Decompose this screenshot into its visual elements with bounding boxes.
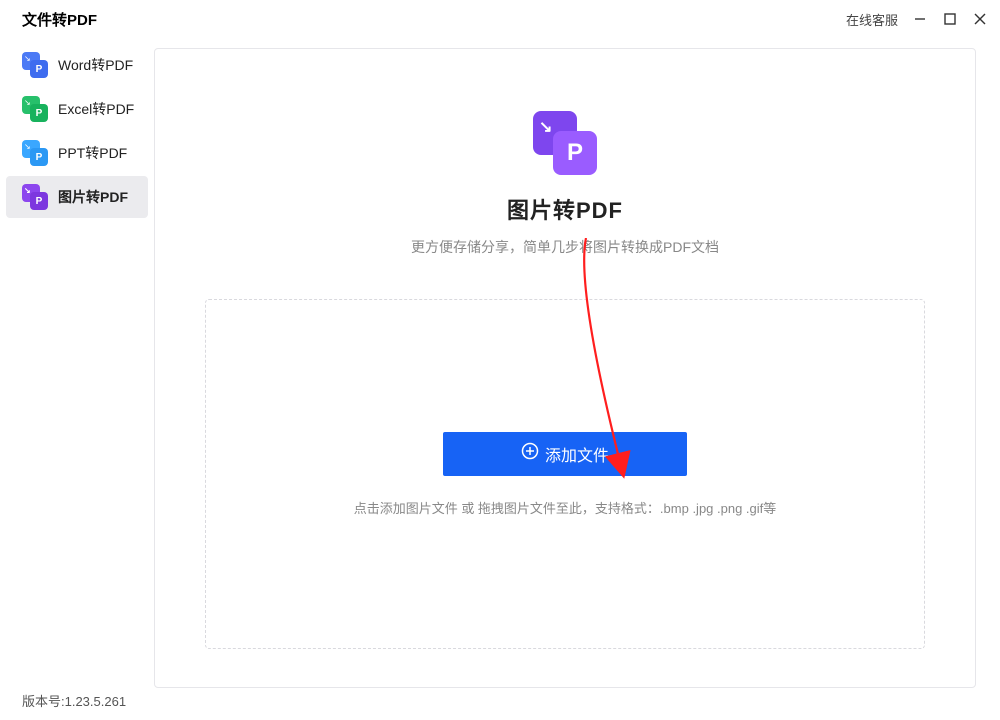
sidebar: ↘ P Word转PDF ↘ P Excel转PDF ↘ P PPT转PDF — [0, 38, 154, 690]
sidebar-item-label: Excel转PDF — [58, 99, 134, 119]
dropzone[interactable]: 添加文件 点击添加图片文件 或 拖拽图片文件至此，支持格式：.bmp .jpg … — [205, 299, 925, 649]
maximize-icon[interactable] — [942, 11, 958, 27]
hero-pdf-icon: ↘ P — [533, 111, 597, 175]
version-label: 版本号:1.23.5.261 — [22, 691, 126, 710]
sidebar-item-excel-to-pdf[interactable]: ↘ P Excel转PDF — [6, 88, 148, 130]
plus-circle-icon — [521, 442, 539, 465]
sidebar-item-label: PPT转PDF — [58, 143, 127, 163]
main-panel: ↘ P 图片转PDF 更方便存储分享，简单几步将图片转换成PDF文档 添加文件 — [154, 38, 1000, 690]
close-icon[interactable] — [972, 11, 988, 27]
excel-pdf-icon: ↘ P — [22, 96, 48, 122]
help-link[interactable]: 在线客服 — [846, 10, 898, 29]
ppt-pdf-icon: ↘ P — [22, 140, 48, 166]
sidebar-item-label: Word转PDF — [58, 55, 133, 75]
add-file-button[interactable]: 添加文件 — [443, 432, 687, 476]
titlebar: 文件转PDF 在线客服 — [0, 0, 1000, 38]
sidebar-item-word-to-pdf[interactable]: ↘ P Word转PDF — [6, 44, 148, 86]
dropzone-hint: 点击添加图片文件 或 拖拽图片文件至此，支持格式：.bmp .jpg .png … — [354, 498, 777, 517]
sidebar-item-image-to-pdf[interactable]: ↘ P 图片转PDF — [6, 176, 148, 218]
add-file-label: 添加文件 — [545, 442, 609, 466]
sidebar-item-ppt-to-pdf[interactable]: ↘ P PPT转PDF — [6, 132, 148, 174]
image-pdf-icon: ↘ P — [22, 184, 48, 210]
content-card: ↘ P 图片转PDF 更方便存储分享，简单几步将图片转换成PDF文档 添加文件 — [154, 48, 976, 688]
page-title: 图片转PDF — [507, 193, 623, 225]
word-pdf-icon: ↘ P — [22, 52, 48, 78]
page-description: 更方便存储分享，简单几步将图片转换成PDF文档 — [411, 237, 719, 257]
sidebar-item-label: 图片转PDF — [58, 187, 128, 207]
app-title: 文件转PDF — [22, 9, 97, 30]
titlebar-controls: 在线客服 — [846, 10, 988, 29]
minimize-icon[interactable] — [912, 11, 928, 27]
